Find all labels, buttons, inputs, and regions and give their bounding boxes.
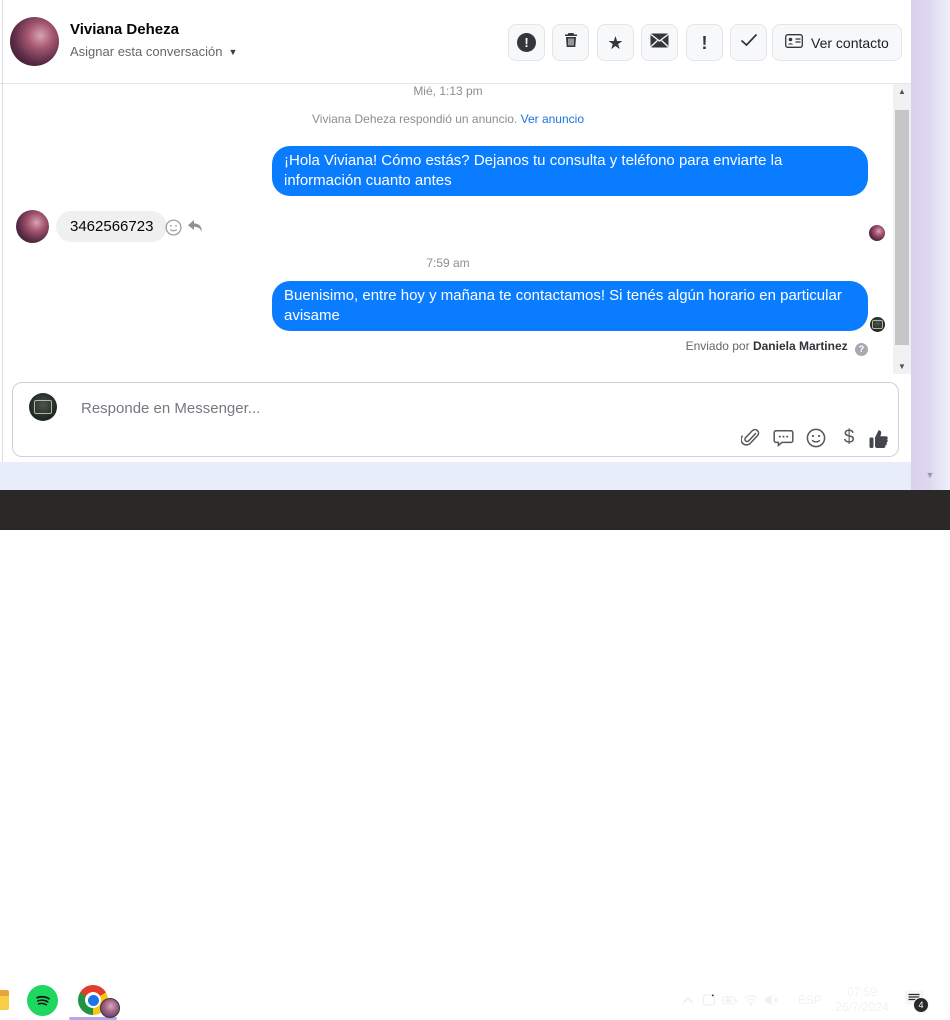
tray-language-indicator[interactable]: ESP: [792, 980, 828, 1020]
spotify-icon: [27, 985, 58, 1016]
taskbar-spotify-button[interactable]: [18, 980, 66, 1020]
emoji-button[interactable]: [805, 427, 827, 449]
trash-icon: [562, 31, 580, 54]
ver-anuncio-link[interactable]: Ver anuncio: [521, 112, 584, 126]
report-icon: !: [517, 33, 536, 52]
tray-device-icon[interactable]: [701, 988, 717, 1012]
page-background-right: [911, 0, 950, 490]
message-text: ¡Hola Viviana! Cómo estás? Dejanos tu co…: [284, 152, 782, 189]
reply-composer[interactable]: [12, 382, 899, 457]
exclamation-icon: !: [702, 34, 708, 52]
tray-show-hidden-icons-button[interactable]: [680, 988, 696, 1012]
sent-by-prefix: Enviado por: [686, 339, 750, 353]
tray-notifications-button[interactable]: 4: [903, 989, 929, 1013]
message-text: Buenisimo, entre hoy y mañana te contact…: [284, 287, 842, 324]
panel-left-divider: [2, 0, 3, 462]
ver-contacto-label: Ver contacto: [811, 35, 889, 51]
page-logo-avatar: [29, 393, 57, 421]
incoming-message-bubble[interactable]: 3462566723: [56, 211, 167, 242]
scrollbar-up-icon[interactable]: ▲: [893, 84, 911, 99]
windows-taskbar: ESP 07:59 26/7/2024 4: [0, 490, 950, 530]
help-icon[interactable]: ?: [855, 343, 868, 356]
mark-unread-button[interactable]: [641, 24, 678, 61]
attach-file-button[interactable]: [739, 427, 761, 449]
contact-avatar[interactable]: [10, 17, 59, 66]
chevron-down-icon: ▼: [228, 47, 237, 57]
report-button[interactable]: !: [508, 24, 545, 61]
chat-scrollbar-thumb[interactable]: [895, 110, 909, 345]
contact-avatar-small[interactable]: [16, 210, 49, 243]
taskbar-chrome-button[interactable]: [68, 980, 118, 1020]
chrome-icon: [78, 985, 108, 1015]
mark-important-button[interactable]: !: [686, 24, 723, 61]
chrome-profile-avatar: [100, 998, 120, 1018]
outgoing-message-bubble[interactable]: Buenisimo, entre hoy y mañana te contact…: [272, 281, 868, 331]
messenger-inbox-window: Viviana Deheza Asignar esta conversación…: [0, 0, 911, 462]
like-button[interactable]: [868, 427, 890, 449]
contact-name: Viviana Deheza: [70, 21, 179, 38]
tray-volume-muted-icon[interactable]: [764, 988, 780, 1012]
contact-card-icon: [785, 34, 803, 51]
file-explorer-icon[interactable]: [0, 990, 9, 1010]
check-icon: [740, 33, 758, 52]
mark-done-button[interactable]: [730, 24, 767, 61]
saved-replies-button[interactable]: [772, 427, 794, 449]
star-icon: ★: [607, 34, 623, 52]
reply-button[interactable]: [186, 217, 204, 235]
tray-battery-icon[interactable]: [722, 988, 738, 1012]
dollar-icon: $: [844, 427, 855, 449]
system-event-line: Viviana Deheza respondió un anuncio. Ver…: [8, 112, 888, 126]
follow-up-button[interactable]: ★: [597, 24, 634, 61]
page-scroll-down-icon[interactable]: ▼: [916, 470, 944, 480]
tray-wifi-icon[interactable]: [743, 988, 759, 1012]
sent-by-name: Daniela Martinez: [753, 339, 848, 353]
seen-indicator-avatar: [869, 225, 885, 241]
page-logo-delivery-indicator: [870, 317, 885, 332]
delete-button[interactable]: [552, 24, 589, 61]
tray-date: 26/7/2024: [835, 1000, 888, 1015]
outgoing-message-bubble[interactable]: ¡Hola Viviana! Cómo estás? Dejanos tu co…: [272, 146, 868, 196]
time-header: 7:59 am: [8, 256, 888, 270]
assign-label: Asignar esta conversación: [70, 44, 222, 59]
tray-time: 07:59: [847, 985, 877, 1000]
reply-input[interactable]: [79, 395, 683, 421]
ver-contacto-button[interactable]: Ver contacto: [772, 24, 902, 61]
system-event-text: Viviana Deheza respondió un anuncio.: [312, 112, 517, 126]
conversation-header: Viviana Deheza Asignar esta conversación…: [0, 0, 911, 84]
payment-button[interactable]: $: [838, 427, 860, 449]
message-text: 3462566723: [70, 218, 153, 235]
notification-badge: 4: [913, 997, 929, 1013]
date-header: Mié, 1:13 pm: [8, 84, 888, 98]
sent-by-line: Enviado por Daniela Martinez ?: [0, 339, 868, 356]
envelope-icon: [650, 33, 669, 53]
assign-conversation-dropdown[interactable]: Asignar esta conversación ▼: [70, 44, 237, 59]
tray-clock[interactable]: 07:59 26/7/2024: [826, 980, 898, 1020]
scrollbar-down-icon[interactable]: ▼: [893, 359, 911, 374]
page-background-bottom: [0, 462, 911, 490]
react-emoji-button[interactable]: [164, 218, 182, 236]
